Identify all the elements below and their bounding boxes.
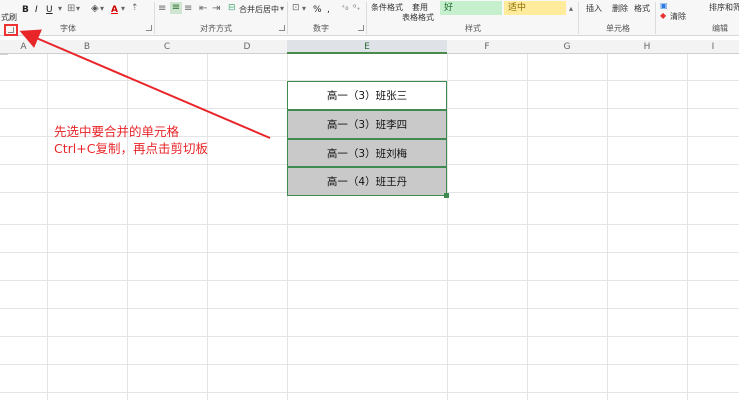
annotation-line2: Ctrl+C复制，再点击剪切板 [54, 141, 208, 156]
annotation-line1: 先选中要合并的单元格 [54, 124, 180, 139]
annotation-text: 先选中要合并的单元格 Ctrl+C复制，再点击剪切板 [54, 123, 208, 157]
annotation-arrow [19, 29, 271, 139]
